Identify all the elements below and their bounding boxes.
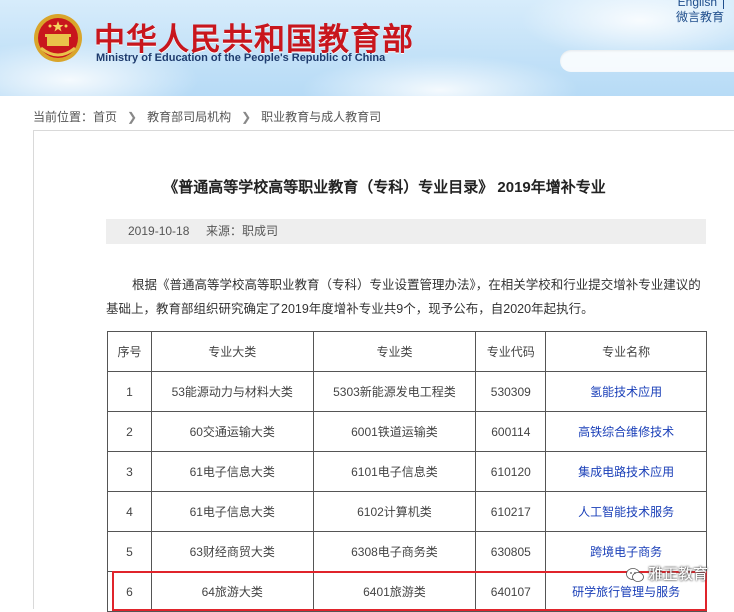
watermark-text: 雅正教育 [647,566,708,583]
row-name-cell: 氢能技术应用 [545,371,707,412]
table-row: 4 61电子信息大类 6102计算机类 610217 人工智能技术服务 [107,491,707,532]
row-code: 630805 [475,531,547,572]
wechat-icon [626,568,644,582]
major-name-link[interactable]: 高铁综合维修技术 [578,425,674,439]
header-no: 序号 [107,331,152,372]
row-class: 5303新能源发电工程类 [312,371,477,412]
major-name-link[interactable]: 人工智能技术服务 [578,505,674,519]
header-name: 专业名称 [545,331,707,372]
highlight-box [112,571,707,611]
header-category: 专业大类 [150,331,314,372]
chevron-right-icon: ❯ [127,109,138,124]
row-class: 6001铁道运输类 [312,411,477,452]
table-row: 2 60交通运输大类 6001铁道运输类 600114 高铁综合维修技术 [107,411,707,452]
breadcrumb-vocational[interactable]: 职业教育与成人教育司 [261,110,381,124]
header-code: 专业代码 [475,331,547,372]
row-category: 61电子信息大类 [150,451,314,492]
weibo-link[interactable]: 微言教育 [676,10,724,24]
majors-table: 序号 专业大类 专业类 专业代码 专业名称 1 53能源动力与材料大类 5303… [107,331,707,612]
breadcrumb-bureaus[interactable]: 教育部司局机构 [147,110,231,124]
table-row: 3 61电子信息大类 6101电子信息类 610120 集成电路技术应用 [107,451,707,492]
article-title: 《普通高等学校高等职业教育（专科）专业目录》 2019年增补专业 [163,179,606,196]
english-link[interactable]: English [678,0,717,9]
row-class: 6101电子信息类 [312,451,477,492]
watermark: 雅正教育 [626,563,708,587]
row-name-cell: 高铁综合维修技术 [545,411,707,452]
row-no: 5 [107,531,152,572]
major-name-link[interactable]: 跨境电子商务 [590,545,662,559]
row-no: 4 [107,491,152,532]
major-name-link[interactable]: 集成电路技术应用 [578,465,674,479]
row-name-cell: 集成电路技术应用 [545,451,707,492]
table-row: 5 63财经商贸大类 6308电子商务类 630805 跨境电子商务 [107,531,707,572]
table-header-row: 序号 专业大类 专业类 专业代码 专业名称 [107,331,707,372]
site-subtitle: Ministry of Education of the People's Re… [96,52,386,64]
major-name-link[interactable]: 氢能技术应用 [590,385,662,399]
paragraph-text: 根据《普通高等学校高等职业教育（专科）专业设置管理办法》，在相关学校和行业提交增… [106,278,701,316]
article-meta: 2019-10-18 来源：职成司 [106,219,706,244]
row-category: 63财经商贸大类 [150,531,314,572]
breadcrumb-home[interactable]: 首页 [93,110,117,124]
row-class: 6102计算机类 [312,491,477,532]
row-code: 610120 [475,451,547,492]
row-no: 2 [107,411,152,452]
link-separator [723,0,724,9]
row-category: 60交通运输大类 [150,411,314,452]
table-row: 1 53能源动力与材料大类 5303新能源发电工程类 530309 氢能技术应用 [107,371,707,412]
site-header: 中华人民共和国教育部 Ministry of Education of the … [0,0,734,96]
top-links: English 微言教育 [676,0,724,25]
row-no: 3 [107,451,152,492]
row-code: 600114 [475,411,547,452]
national-emblem-icon[interactable] [33,12,83,64]
search-input[interactable] [560,50,734,72]
row-code: 530309 [475,371,547,412]
article-date: 2019-10-18 [128,224,190,238]
chevron-right-icon: ❯ [241,109,252,124]
article-paragraph: 根据《普通高等学校高等职业教育（专科）专业设置管理办法》，在相关学校和行业提交增… [106,273,712,321]
row-class: 6308电子商务类 [312,531,477,572]
row-name-cell: 人工智能技术服务 [545,491,707,532]
row-no: 1 [107,371,152,412]
breadcrumb: 当前位置：首页 ❯ 教育部司局机构 ❯ 职业教育与成人教育司 [33,108,381,126]
row-category: 61电子信息大类 [150,491,314,532]
content-panel: 《普通高等学校高等职业教育（专科）专业目录》 2019年增补专业 2019-10… [33,130,734,612]
article-source: 来源：职成司 [206,224,279,238]
row-code: 610217 [475,491,547,532]
header-class: 专业类 [312,331,477,372]
row-category: 53能源动力与材料大类 [150,371,314,412]
breadcrumb-prefix: 当前位置： [33,110,94,124]
